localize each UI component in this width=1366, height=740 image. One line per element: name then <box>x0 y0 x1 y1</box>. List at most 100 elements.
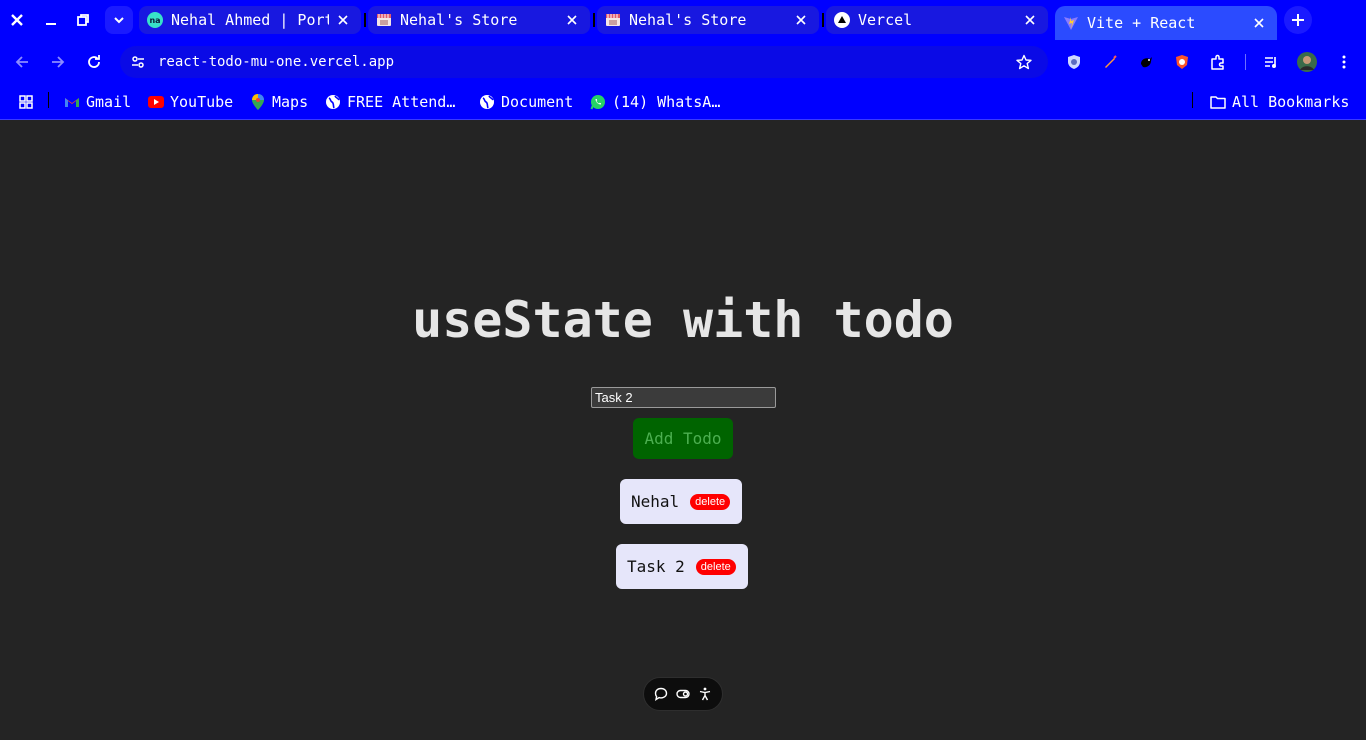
extension-pen-button[interactable] <box>1096 48 1124 76</box>
shield-icon <box>1068 55 1080 69</box>
tab-divider <box>593 13 595 27</box>
close-icon <box>1254 18 1264 28</box>
gmail-icon <box>64 94 80 110</box>
all-bookmarks-label: All Bookmarks <box>1232 93 1350 111</box>
tab-store-1[interactable]: Nehal's Store <box>368 6 590 34</box>
all-bookmarks-button[interactable]: All Bookmarks <box>1210 90 1349 114</box>
extension-shield-button[interactable] <box>1060 48 1088 76</box>
tab-divider <box>364 13 366 27</box>
bookmark-document[interactable]: Document <box>479 90 573 114</box>
lion-shield-icon <box>1176 55 1188 69</box>
bookmark-divider <box>48 92 49 108</box>
browser-toolbar: react-todo-mu-one.vercel.app <box>0 40 1366 84</box>
store-icon <box>376 12 392 28</box>
close-icon <box>1025 15 1035 25</box>
globe-icon <box>479 94 495 110</box>
tab-search-button[interactable] <box>105 6 133 34</box>
arrow-right-icon <box>52 56 65 68</box>
new-tab-button[interactable] <box>1284 6 1312 34</box>
whatsapp-icon <box>590 94 606 110</box>
tab-divider <box>822 13 824 27</box>
tab-title: Vercel <box>858 11 913 29</box>
close-icon <box>796 15 806 25</box>
extension-brave-button[interactable] <box>1168 48 1196 76</box>
delete-button[interactable]: delete <box>690 493 731 510</box>
site-info-icon[interactable] <box>124 48 152 76</box>
page-viewport: useState with todo Add Todo Nehal delete… <box>0 121 1366 740</box>
tab-strip: na Nehal Ahmed | Portfolio Nehal's Store… <box>0 0 1366 40</box>
restore-window-button[interactable] <box>69 6 97 34</box>
bookmark-label: Gmail <box>86 93 132 111</box>
tab-vite-react[interactable]: Vite + React <box>1055 6 1277 40</box>
bookmark-divider <box>1192 92 1193 108</box>
close-icon <box>567 15 577 25</box>
tab-close-button[interactable] <box>562 10 582 30</box>
bookmark-label: Document <box>501 93 574 111</box>
address-bar[interactable]: react-todo-mu-one.vercel.app <box>120 46 1048 78</box>
tab-title: Nehal Ahmed | Portfolio <box>171 11 329 29</box>
youtube-icon <box>148 94 164 110</box>
kebab-menu-icon <box>1342 55 1346 69</box>
tab-close-button[interactable] <box>1249 13 1269 33</box>
todo-item: Task 2 delete <box>616 544 748 589</box>
page-title: useState with todo <box>412 291 954 349</box>
bookmark-maps[interactable]: Maps <box>250 90 308 114</box>
chevron-down-icon <box>114 17 124 24</box>
avatar <box>1297 52 1317 72</box>
bookmark-star-button[interactable] <box>1010 48 1038 76</box>
extension-bird-button[interactable] <box>1132 48 1160 76</box>
back-button[interactable] <box>8 48 36 76</box>
star-icon <box>1016 54 1032 70</box>
browser-menu-button[interactable] <box>1330 48 1358 76</box>
close-window-button[interactable] <box>3 6 31 34</box>
tab-store-2[interactable]: Nehal's Store <box>597 6 819 34</box>
minimize-window-button[interactable] <box>37 6 65 34</box>
svg-text:na: na <box>149 16 160 25</box>
vite-icon <box>1063 15 1079 31</box>
tab-portfolio[interactable]: na Nehal Ahmed | Portfolio <box>139 6 361 34</box>
bookmark-whatsapp[interactable]: (14) WhatsA… <box>590 90 720 114</box>
tab-close-button[interactable] <box>791 10 811 30</box>
toggle-icon <box>676 689 690 699</box>
arrow-left-icon <box>15 56 28 68</box>
bookmark-gmail[interactable]: Gmail <box>64 90 131 114</box>
media-controls-button[interactable] <box>1257 48 1285 76</box>
music-queue-icon <box>1265 57 1276 68</box>
apps-button[interactable] <box>18 90 40 114</box>
todo-text: Nehal <box>631 492 680 511</box>
bookmark-label: FREE Attend… <box>347 93 456 111</box>
comment-icon <box>654 687 668 701</box>
reload-button[interactable] <box>80 48 108 76</box>
accessibility-button[interactable] <box>695 684 715 704</box>
vercel-icon <box>834 12 850 28</box>
maps-icon <box>250 94 266 110</box>
tab-close-button[interactable] <box>1020 10 1040 30</box>
forward-button[interactable] <box>44 48 72 76</box>
toolbar-divider <box>1245 54 1246 70</box>
accessibility-icon <box>699 687 711 701</box>
bookmark-free-attend[interactable]: FREE Attend… <box>325 90 455 114</box>
plus-icon <box>1292 14 1304 26</box>
folder-icon <box>1210 94 1226 110</box>
tab-close-button[interactable] <box>333 10 353 30</box>
restore-icon <box>77 14 89 26</box>
bird-icon <box>1141 57 1152 68</box>
todo-text: Task 2 <box>627 557 685 576</box>
close-icon <box>338 15 348 25</box>
profile-avatar-button[interactable] <box>1293 48 1321 76</box>
todo-input[interactable] <box>591 387 776 408</box>
puzzle-icon <box>1211 54 1224 70</box>
extensions-button[interactable] <box>1204 48 1232 76</box>
minimize-icon <box>46 23 56 25</box>
pen-icon <box>1105 55 1117 68</box>
delete-button[interactable]: delete <box>695 558 736 575</box>
url-text[interactable]: react-todo-mu-one.vercel.app <box>158 54 1010 70</box>
bookmark-label: YouTube <box>170 93 234 111</box>
comment-button[interactable] <box>651 684 671 704</box>
tab-title: Nehal's Store <box>400 11 518 29</box>
toggle-button[interactable] <box>673 684 693 704</box>
bookmark-youtube[interactable]: YouTube <box>148 90 233 114</box>
apps-grid-icon <box>18 94 34 110</box>
add-todo-button[interactable]: Add Todo <box>633 418 733 459</box>
tab-vercel[interactable]: Vercel <box>826 6 1048 34</box>
